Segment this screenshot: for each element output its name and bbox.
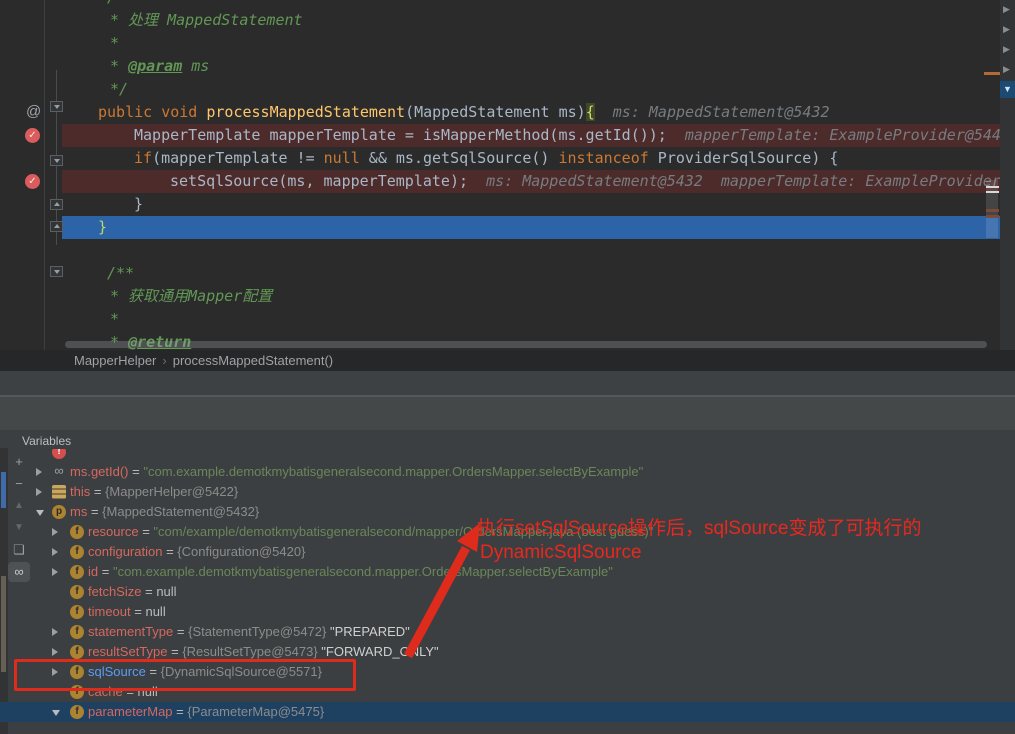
chevron-collapsed-icon[interactable] — [52, 648, 58, 656]
code-line: if(mapperTemplate != null && ms.getSqlSo… — [134, 147, 838, 170]
variable-text: ms.getId() = "com.example.demotkmybatisg… — [70, 462, 643, 482]
execution-line-highlight — [62, 216, 1000, 239]
code-line: * — [110, 308, 119, 331]
splitter-band — [0, 371, 1015, 395]
variable-text: configuration = {Configuration@5420} — [88, 542, 305, 562]
error-stripe-mark — [986, 191, 999, 193]
ide-debug-window: /* 处理 MappedStatement** @param ms*/publi… — [0, 0, 1015, 734]
code-line: public void processMappedStatement(Mappe… — [98, 101, 830, 124]
breakpoint-icon[interactable]: ✓ — [25, 174, 40, 189]
chevron-collapsed-icon[interactable] — [52, 568, 58, 576]
error-stripe-mark — [984, 72, 1000, 75]
annotation-text-line2: DynamicSqlSource — [480, 542, 642, 564]
code-line: } — [98, 216, 107, 239]
fold-marker-icon[interactable] — [50, 266, 63, 277]
rail-arrow-icon[interactable]: ▶ — [1003, 4, 1010, 14]
field-icon: f — [70, 585, 84, 599]
breakpoint-icon[interactable]: ✓ — [25, 128, 40, 143]
horizontal-scrollbar[interactable] — [65, 341, 987, 348]
variable-text: parameterMap = {ParameterMap@5475} — [88, 702, 324, 722]
code-line: */ — [110, 78, 128, 101]
splitter-band — [0, 397, 1015, 430]
code-line: / — [107, 0, 116, 9]
this-icon — [52, 485, 66, 499]
field-icon: f — [70, 645, 84, 659]
breadcrumb-separator-icon: › — [162, 353, 166, 368]
error-stripe-mark — [986, 215, 999, 218]
chevron-collapsed-icon[interactable] — [52, 548, 58, 556]
annotation-gutter-icon: @ — [26, 104, 41, 119]
error-icon: ! — [52, 449, 66, 459]
variable-text: this = {MapperHelper@5422} — [70, 482, 238, 502]
watch-error-row[interactable]: ! (ProviderSqlSource)sqlSource Cannot fi… — [0, 449, 1015, 463]
variables-panel-title: Variables — [22, 434, 71, 448]
field-icon: f — [70, 625, 84, 639]
field-icon: f — [70, 565, 84, 579]
rail-active-arrow-icon[interactable]: ▼ — [1000, 81, 1015, 98]
breadcrumb: MapperHelper › processMappedStatement() — [0, 350, 1015, 371]
variable-row-this[interactable]: this = {MapperHelper@5422} — [0, 482, 1015, 502]
error-stripe-mark — [986, 186, 999, 188]
gutter-separator — [44, 0, 45, 350]
rail-arrow-icon[interactable]: ▶ — [1003, 44, 1010, 54]
fold-marker-icon[interactable] — [50, 101, 63, 112]
field-icon: f — [70, 605, 84, 619]
variable-row-ms-getId-[interactable]: ∞ ms.getId() = "com.example.demotkmybatis… — [0, 462, 1015, 482]
code-editor[interactable]: /* 处理 MappedStatement** @param ms*/publi… — [0, 0, 1015, 350]
code-line: * 处理 MappedStatement — [110, 9, 303, 32]
variable-text: id = "com.example.demotkmybatisgeneralse… — [88, 562, 613, 582]
breadcrumb-method[interactable]: processMappedStatement() — [173, 353, 333, 368]
variable-text: statementType = {StatementType@5472} "PR… — [88, 622, 410, 642]
chevron-expanded-icon[interactable] — [52, 710, 60, 716]
field-icon: f — [70, 545, 84, 559]
code-line: * @param ms — [110, 55, 209, 78]
code-line: * 获取通用Mapper配置 — [110, 285, 272, 308]
chevron-collapsed-icon[interactable] — [52, 628, 58, 636]
variable-row-parameterMap[interactable]: f parameterMap = {ParameterMap@5475} — [0, 702, 1015, 722]
breadcrumb-class[interactable]: MapperHelper — [74, 353, 156, 368]
field-icon: f — [70, 705, 84, 719]
fold-marker-icon[interactable] — [50, 221, 63, 232]
rail-arrow-icon[interactable]: ▶ — [1003, 24, 1010, 34]
rail-arrow-icon[interactable]: ▶ — [1003, 64, 1010, 74]
chevron-expanded-icon[interactable] — [36, 510, 44, 516]
annotation-rectangle — [14, 659, 356, 691]
chevron-collapsed-icon[interactable] — [36, 488, 42, 496]
code-line: } — [134, 193, 143, 216]
code-line: MapperTemplate mapperTemplate = isMapper… — [134, 124, 1001, 147]
fold-marker-icon[interactable] — [50, 155, 63, 166]
variable-text: timeout = null — [88, 602, 166, 622]
annotation-text-line1: 执行setSqlSource操作后，sqlSource变成了可执行的 — [477, 513, 922, 540]
code-line: setSqlSource(ms, mapperTemplate); ms: Ma… — [170, 170, 1001, 193]
field-icon: f — [70, 525, 84, 539]
code-line: * — [110, 32, 119, 55]
parameter-icon: p — [52, 505, 66, 519]
watch-icon: ∞ — [52, 465, 66, 479]
variable-row-fetchSize[interactable]: f fetchSize = null — [0, 582, 1015, 602]
variable-text: fetchSize = null — [88, 582, 177, 602]
variable-row-timeout[interactable]: f timeout = null — [0, 602, 1015, 622]
fold-marker-icon[interactable] — [50, 199, 63, 210]
variable-row-id[interactable]: f id = "com.example.demotkmybatisgenerals… — [0, 562, 1015, 582]
editor-right-rail: ▶ ▶ ▶ ▶ ▼ — [1000, 0, 1015, 350]
code-line: /** — [107, 262, 134, 285]
variable-text: ms = {MappedStatement@5432} — [70, 502, 259, 522]
error-stripe-mark — [986, 209, 999, 212]
chevron-collapsed-icon[interactable] — [52, 528, 58, 536]
chevron-collapsed-icon[interactable] — [36, 468, 42, 476]
variable-row-statementType[interactable]: f statementType = {StatementType@5472} "P… — [0, 622, 1015, 642]
